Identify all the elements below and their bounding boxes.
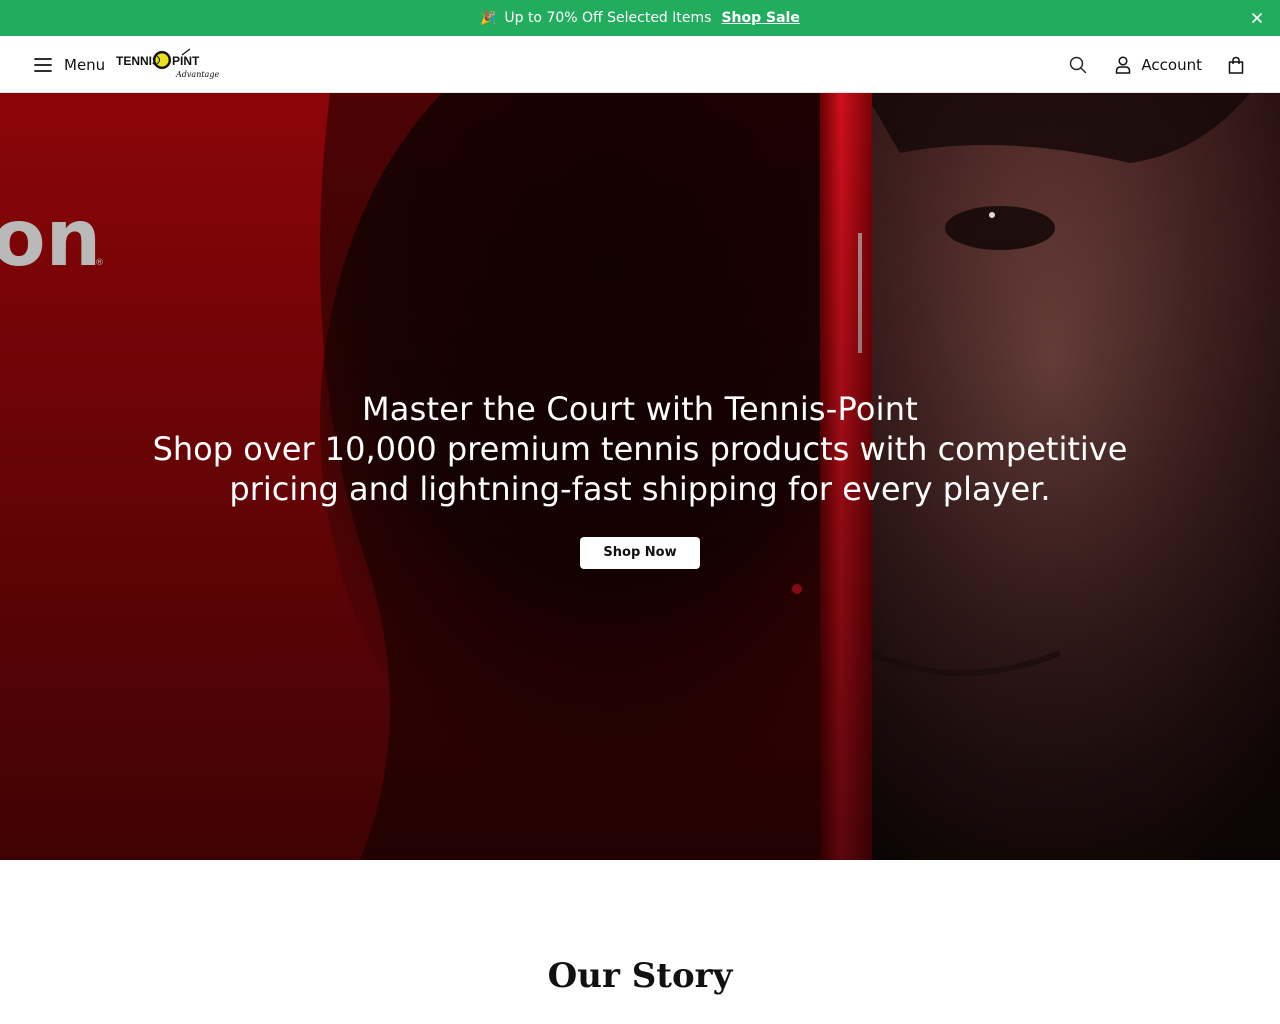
svg-text:Advantage You: Advantage You [175,70,220,79]
search-icon [1070,56,1087,74]
user-icon [1116,56,1131,74]
hero-banner: on ® Master the Court with Tennis-Point … [0,93,1280,860]
menu-label: Menu [64,56,106,74]
hero-content: Master the Court with Tennis-Point Shop … [0,389,1280,569]
announcement-bar: 🎉 Up to 70% Off Selected Items Shop Sale [0,0,1280,36]
account-button[interactable]: Account [1115,56,1202,74]
shop-sale-link[interactable]: Shop Sale [721,10,799,26]
announcement-text: Up to 70% Off Selected Items [504,10,712,26]
hero-title: Master the Court with Tennis-Point [361,390,918,428]
party-icon: 🎉 [480,10,497,26]
site-header: Menu TENNIS P INT Advantage You Account [0,36,1280,93]
close-icon[interactable] [1248,9,1266,27]
shopping-bag-icon [1228,56,1244,74]
svg-text:INT: INT [180,54,200,68]
header-actions: Account [1069,52,1244,78]
hero-subtitle: Shop over 10,000 premium tennis products… [152,430,1128,508]
our-story-heading: Our Story [547,956,733,996]
svg-text:®: ® [95,258,104,268]
hamburger-icon [34,58,52,72]
svg-text:P: P [172,54,180,68]
cart-button[interactable] [1228,56,1244,74]
shop-now-button[interactable]: Shop Now [580,537,700,569]
announcement-message: 🎉 Up to 70% Off Selected Items Shop Sale [480,10,800,26]
search-button[interactable] [1069,56,1087,74]
hero-brand-fragment: on [0,194,101,284]
account-label: Account [1141,56,1202,74]
tennis-point-logo[interactable]: TENNIS P INT Advantage You [116,46,236,82]
menu-button[interactable]: Menu [33,53,105,77]
